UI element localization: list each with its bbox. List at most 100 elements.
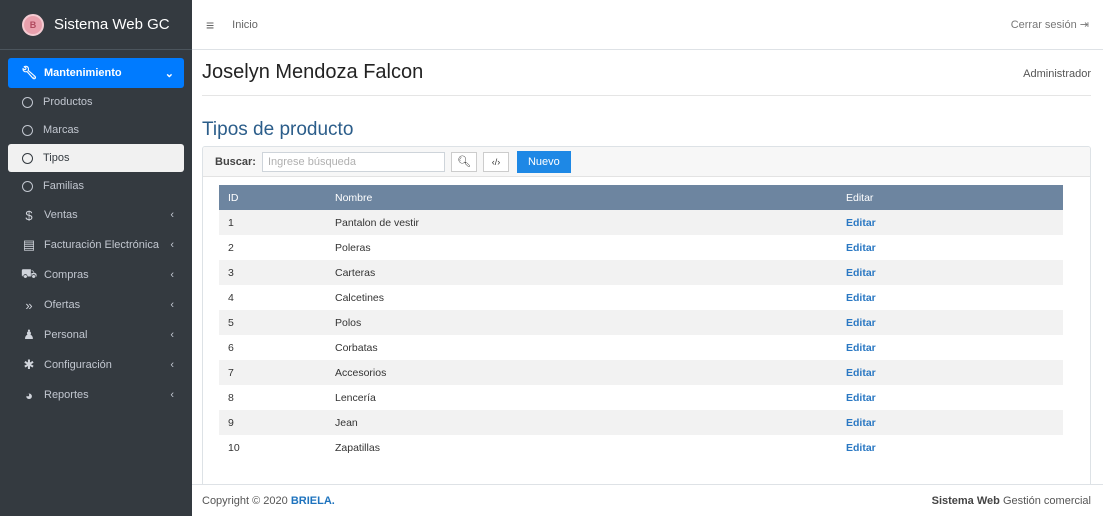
table-row: 1 Pantalon de vestir Editar: [219, 210, 1063, 235]
sidebar-item-compras[interactable]: ⛟ Compras ‹: [8, 260, 184, 290]
home-link[interactable]: Inicio: [232, 19, 258, 31]
table-header-row: ID Nombre Editar: [219, 185, 1063, 210]
chevron-left-icon: ‹: [170, 239, 174, 251]
brand-name: Sistema Web GC: [54, 16, 170, 33]
sidebar-subitem-tipos[interactable]: Tipos: [8, 144, 184, 172]
dollar-icon: $: [25, 207, 33, 223]
edit-link[interactable]: Editar: [837, 335, 1063, 360]
logout-link[interactable]: Cerrar sesión ⇥: [1011, 18, 1089, 31]
table-row: 7 Accesorios Editar: [219, 360, 1063, 385]
search-input[interactable]: [261, 151, 445, 172]
cell-nombre: Pantalon de vestir: [326, 210, 837, 235]
cell-nombre: Carteras: [326, 260, 837, 285]
cell-id: 1: [219, 210, 326, 235]
sidebar-subitem-familias[interactable]: Familias: [8, 172, 184, 200]
user-header: Joselyn Mendoza Falcon: [202, 50, 1091, 96]
edit-link[interactable]: Editar: [837, 285, 1063, 310]
chevron-left-icon: ‹: [170, 209, 174, 221]
cell-nombre: Lencería: [335, 391, 376, 404]
cell-nombre: Corbatas: [335, 341, 378, 354]
sidebar-item-facturacion[interactable]: ▤ Facturación Electrónica ‹: [8, 230, 184, 260]
sidebar-subitem-productos[interactable]: Productos: [8, 88, 184, 116]
cell-id: 9: [219, 410, 326, 435]
table-row: 5 Polos Editar: [219, 310, 1063, 335]
company-link[interactable]: BRIELA.: [291, 495, 335, 507]
chevron-left-icon: ‹: [170, 389, 174, 401]
edit-link[interactable]: Editar: [837, 435, 1063, 460]
edit-link[interactable]: Editar: [837, 260, 1063, 285]
cell-nombre: Zapatillas: [335, 441, 380, 454]
user-role: Administrador: [1023, 68, 1091, 80]
edit-link[interactable]: Editar: [837, 235, 1063, 260]
chevron-left-icon: ‹: [170, 269, 174, 281]
app-credit: Sistema Web Gestión comercial: [931, 494, 1091, 507]
sidebar-item-label: Ventas: [44, 209, 78, 221]
column-header-editar[interactable]: Editar: [837, 185, 1063, 210]
sidebar-subitem-marcas[interactable]: Marcas: [8, 116, 184, 144]
cell-id: 3: [219, 260, 326, 285]
new-button[interactable]: Nuevo: [516, 150, 571, 173]
search-button[interactable]: 🔍︎: [450, 151, 477, 172]
sidebar-item-mantenimiento[interactable]: 🔧︎ Mantenimiento ⌄: [8, 58, 184, 88]
circle-icon: [22, 124, 33, 136]
table-card: Buscar: 🔍︎ ‹/› Nuevo ID Nombre Editar 1P…: [202, 146, 1091, 484]
tags-icon: »: [25, 297, 33, 313]
column-header-nombre[interactable]: Nombre: [326, 185, 837, 210]
users-icon: ♟: [23, 327, 35, 342]
cell-nombre: Poleras: [335, 241, 371, 254]
chevron-left-icon: ‹: [170, 329, 174, 341]
brand-link[interactable]: B Sistema Web GC: [0, 0, 192, 50]
chevron-left-icon: ‹: [170, 299, 174, 311]
cell-id: 10: [228, 441, 240, 454]
code-icon: ‹/›: [491, 156, 501, 167]
table-row: 2 Poleras Editar: [219, 235, 1063, 260]
sidebar-item-ventas[interactable]: $ Ventas ‹: [8, 200, 184, 230]
brand-logo: B: [22, 13, 44, 36]
circle-icon: [22, 96, 33, 108]
sidebar-item-label: Compras: [44, 269, 89, 281]
cell-nombre: Polos: [326, 310, 837, 335]
chevron-down-icon: ⌄: [164, 67, 174, 80]
cell-nombre: Accesorios: [326, 360, 837, 385]
cell-id: 5: [219, 310, 326, 335]
sidebar-item-label: Ofertas: [44, 299, 81, 311]
footer: Copyright © 2020 BRIELA. Sistema Web Ges…: [192, 484, 1103, 516]
sidebar-item-label: Reportes: [44, 389, 89, 401]
pie-chart-icon: ◕: [25, 387, 33, 403]
edit-link[interactable]: Editar: [837, 210, 1063, 235]
sidebar-item-ofertas[interactable]: » Ofertas ‹: [8, 290, 184, 320]
sidebar-subitem-label: Productos: [43, 96, 93, 108]
table-row: 10 Zapatillas Editar: [219, 435, 1063, 460]
main-content: Joselyn Mendoza Falcon Administrador Tip…: [192, 50, 1103, 484]
sidebar-item-personal[interactable]: ♟ Personal ‹: [8, 320, 184, 350]
edit-link[interactable]: Editar: [837, 385, 1063, 410]
chevron-left-icon: ‹: [170, 359, 174, 371]
cell-nombre: Calcetines: [335, 291, 385, 304]
invoice-icon: ▤: [22, 237, 36, 252]
cart-icon: ⛟: [20, 266, 38, 281]
table-row: 8 Lencería Editar: [219, 385, 1063, 410]
cell-nombre: Jean: [326, 410, 837, 435]
cell-id: 8: [228, 391, 234, 404]
sign-out-icon: ⇥: [1079, 19, 1089, 31]
sidebar-item-configuracion[interactable]: ✱ Configuración ‹: [8, 350, 184, 380]
column-header-id[interactable]: ID: [219, 185, 326, 210]
circle-icon: [22, 152, 33, 164]
sidebar-subitem-label: Familias: [43, 180, 84, 192]
reset-button[interactable]: ‹/›: [482, 151, 509, 172]
sidebar-menu: 🔧︎ Mantenimiento ⌄ Productos Marcas Tipo…: [0, 50, 192, 410]
sidebar-item-reportes[interactable]: ◕ Reportes ‹: [8, 380, 184, 410]
sidebar: B Sistema Web GC 🔧︎ Mantenimiento ⌄ Prod…: [0, 0, 192, 516]
search-bar: Buscar: 🔍︎ ‹/› Nuevo: [203, 147, 1090, 177]
table-row: 4 Calcetines Editar: [219, 285, 1063, 310]
edit-link[interactable]: Editar: [837, 310, 1063, 335]
edit-link[interactable]: Editar: [837, 360, 1063, 385]
edit-link[interactable]: Editar: [837, 410, 1063, 435]
gear-icon: ✱: [23, 357, 35, 372]
user-name: Joselyn Mendoza Falcon: [202, 61, 424, 83]
sidebar-item-label: Facturación Electrónica: [44, 239, 159, 251]
table-row: 9 Jean Editar: [219, 410, 1063, 435]
hamburger-menu-icon[interactable]: ≡: [206, 17, 214, 33]
sidebar-subitem-label: Marcas: [43, 124, 80, 136]
wrench-icon: 🔧︎: [20, 65, 38, 80]
